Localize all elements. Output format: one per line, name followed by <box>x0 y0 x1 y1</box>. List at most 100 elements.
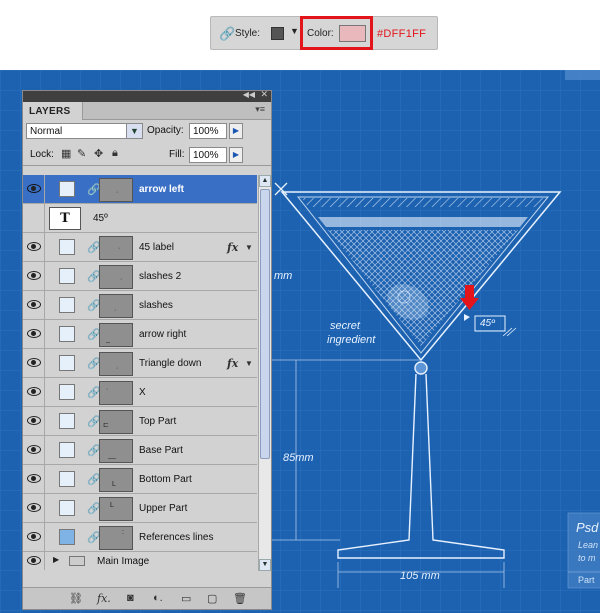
close-panel-icon[interactable]: ✕ <box>260 89 268 100</box>
visibility-toggle[interactable] <box>23 523 45 552</box>
angle-label: 45º <box>480 318 495 329</box>
chevron-down-icon[interactable]: ▼ <box>245 243 253 252</box>
fill-input[interactable]: 100% <box>189 147 227 163</box>
vector-mask-thumbnail <box>59 297 75 313</box>
eye-icon[interactable] <box>27 445 41 454</box>
layer-thumbnail: ⊏ <box>99 410 133 434</box>
lock-image-pixels-icon[interactable]: ✎ <box>77 147 86 160</box>
eye-icon[interactable] <box>27 271 41 280</box>
link-icon: 🔗 <box>219 26 236 41</box>
layer-name: Base Part <box>139 445 183 456</box>
layer-name: X <box>139 387 146 398</box>
layer-row-triangle-down[interactable]: 🔗 · Triangle down fx ▼ <box>23 349 257 378</box>
eye-icon[interactable] <box>27 503 41 512</box>
lock-all-icon[interactable]: 🔒︎ <box>112 147 118 160</box>
eye-icon[interactable] <box>27 556 41 565</box>
layer-group-main-image[interactable]: ▶ Main Image <box>23 552 257 570</box>
layers-scrollbar[interactable]: ▲ ▼ <box>258 175 271 571</box>
color-hex-label: #DFF1FF <box>377 28 427 40</box>
color-swatch[interactable] <box>339 25 366 42</box>
fx-icon[interactable]: fx <box>227 357 238 370</box>
visibility-toggle[interactable] <box>23 349 45 378</box>
layer-row-top-part[interactable]: 🔗 ⊏ Top Part <box>23 407 257 436</box>
chevron-down-icon[interactable]: ▼ <box>245 359 253 368</box>
blend-mode-select[interactable]: Normal ▼ <box>26 123 143 139</box>
visibility-toggle[interactable] <box>23 407 45 436</box>
eye-icon[interactable] <box>27 474 41 483</box>
lock-label: Lock: <box>30 149 54 160</box>
layer-thumbnail: · <box>99 352 133 376</box>
visibility-toggle[interactable] <box>23 204 45 233</box>
eye-icon[interactable] <box>27 329 41 338</box>
lock-position-icon[interactable]: ✥ <box>94 147 103 160</box>
vector-mask-thumbnail <box>59 500 75 516</box>
visibility-toggle[interactable] <box>23 175 45 204</box>
corner-title: Psd <box>576 520 599 535</box>
tab-layers[interactable]: LAYERS <box>23 102 83 120</box>
layer-row-45-label[interactable]: 🔗 · 45 label fx ▼ <box>23 233 257 262</box>
layers-panel: ◀◀ ✕ LAYERS ▾≡ Normal ▼ Opacity: 100% ▶ … <box>22 89 272 610</box>
link-layers-icon[interactable]: ⛓ <box>69 592 83 605</box>
layer-row-x[interactable]: 🔗 · X <box>23 378 257 407</box>
eye-icon[interactable] <box>27 387 41 396</box>
visibility-toggle[interactable] <box>23 552 45 570</box>
chevron-down-icon[interactable]: ▼ <box>126 124 142 138</box>
visibility-toggle[interactable] <box>23 262 45 291</box>
eye-icon[interactable] <box>27 416 41 425</box>
eye-icon[interactable] <box>27 358 41 367</box>
eye-icon[interactable] <box>27 184 41 193</box>
eye-icon[interactable] <box>27 532 41 541</box>
add-mask-icon[interactable]: ◙ <box>127 592 134 604</box>
expand-group-icon[interactable]: ▶ <box>53 555 59 564</box>
style-swatch[interactable] <box>271 27 284 40</box>
visibility-toggle[interactable] <box>23 494 45 523</box>
eye-icon[interactable] <box>27 300 41 309</box>
layer-row-base-part[interactable]: 🔗 __ Base Part <box>23 436 257 465</box>
layer-style-fx-icon[interactable]: fx. <box>97 592 111 605</box>
fx-icon[interactable]: fx <box>227 241 238 254</box>
style-dropdown-arrow-icon[interactable]: ▼ <box>290 26 299 36</box>
vector-mask-thumbnail <box>59 442 75 458</box>
visibility-toggle[interactable] <box>23 378 45 407</box>
scroll-down-icon[interactable]: ▼ <box>259 559 271 571</box>
layer-row-arrow-left[interactable]: 🔗 · arrow left <box>23 175 257 204</box>
opacity-slider-button[interactable]: ▶ <box>229 123 243 139</box>
layer-row-slashes-2[interactable]: 🔗 · slashes 2 <box>23 262 257 291</box>
layer-thumbnail: L <box>99 497 133 521</box>
layer-row-slashes[interactable]: 🔗 · slashes <box>23 291 257 320</box>
opacity-input[interactable]: 100% <box>189 123 227 139</box>
layer-name: slashes 2 <box>139 271 182 282</box>
new-group-icon[interactable]: ▭ <box>181 592 191 605</box>
fill-slider-button[interactable]: ▶ <box>229 147 243 163</box>
panel-tab-row: LAYERS ▾≡ <box>23 102 271 120</box>
visibility-toggle[interactable] <box>23 465 45 494</box>
layer-row-arrow-right[interactable]: 🔗 _ arrow right <box>23 320 257 349</box>
visibility-toggle[interactable] <box>23 291 45 320</box>
vector-mask-thumbnail <box>59 355 75 371</box>
panel-menu-icon[interactable]: ▾≡ <box>255 104 265 115</box>
blend-row: Normal ▼ Opacity: 100% ▶ <box>23 120 271 142</box>
delete-layer-icon[interactable]: 🗑︎ <box>233 592 247 605</box>
vector-mask-thumbnail <box>59 413 75 429</box>
layer-row-references-lines[interactable]: 🔗 : References lines <box>23 523 257 552</box>
scroll-thumb[interactable] <box>260 189 270 459</box>
collapse-panel-icon[interactable]: ◀◀ <box>243 90 255 99</box>
layer-name: arrow right <box>139 329 187 340</box>
layer-name: 45º <box>93 213 108 224</box>
layer-name: arrow left <box>139 184 185 195</box>
adjustment-layer-icon[interactable]: ◐. <box>153 592 163 604</box>
new-layer-icon[interactable]: ▢ <box>207 592 217 605</box>
layer-row-upper-part[interactable]: 🔗 L Upper Part <box>23 494 257 523</box>
visibility-toggle[interactable] <box>23 436 45 465</box>
visibility-toggle[interactable] <box>23 320 45 349</box>
layer-row-bottom-part[interactable]: 🔗 L Bottom Part <box>23 465 257 494</box>
visibility-toggle[interactable] <box>23 233 45 262</box>
layer-row-text-45[interactable]: T 45º <box>23 204 257 233</box>
scroll-up-icon[interactable]: ▲ <box>259 175 271 187</box>
lock-transparent-pixels-icon[interactable]: ▦ <box>61 147 71 160</box>
layer-name: Top Part <box>139 416 177 427</box>
style-label: Style: <box>235 28 261 39</box>
layers-list: 🔗 · arrow left T 45º 🔗 · 45 label fx ▼ 🔗… <box>23 175 257 570</box>
eye-icon[interactable] <box>27 242 41 251</box>
panel-titlebar[interactable]: ◀◀ ✕ <box>23 89 271 102</box>
